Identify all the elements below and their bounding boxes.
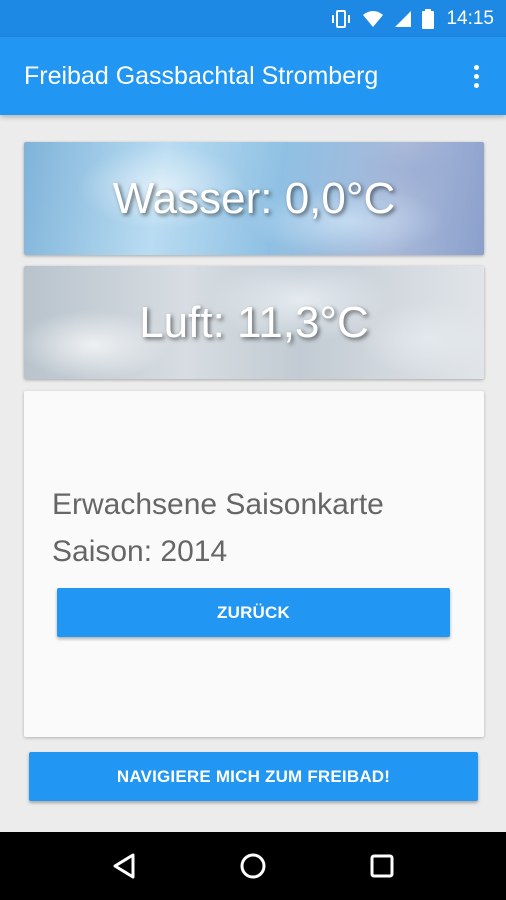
air-temperature: Luft: 11,3°C	[139, 297, 369, 347]
status-bar: 14:15	[0, 0, 506, 37]
battery-icon	[422, 8, 435, 29]
ticket-type: Erwachsene Saisonkarte	[52, 488, 384, 521]
navigation-bar	[0, 832, 506, 900]
back-icon[interactable]	[104, 846, 144, 886]
home-icon[interactable]	[233, 846, 273, 886]
navigate-button[interactable]: NAVIGIERE MICH ZUM FREIBAD!	[29, 752, 478, 801]
recents-icon[interactable]	[362, 846, 402, 886]
water-temperature-card: Wasser: 0,0°C	[24, 142, 484, 255]
app-bar: Freibad Gassbachtal Stromberg	[0, 37, 506, 115]
signal-icon	[394, 10, 412, 28]
air-temperature-card: Luft: 11,3°C	[24, 266, 484, 379]
overflow-menu-icon[interactable]	[464, 56, 488, 96]
clock: 14:15	[446, 7, 494, 29]
ticket-card: Erwachsene Saisonkarte Saison: 2014 ZURÜ…	[24, 391, 484, 737]
ticket-info: Erwachsene Saisonkarte Saison: 2014	[52, 481, 384, 575]
ticket-season: Saison: 2014	[52, 535, 228, 568]
wifi-icon	[362, 10, 384, 28]
back-button[interactable]: ZURÜCK	[57, 588, 450, 637]
vibrate-icon	[330, 9, 352, 29]
app-title: Freibad Gassbachtal Stromberg	[24, 61, 379, 90]
water-temperature: Wasser: 0,0°C	[112, 173, 396, 223]
